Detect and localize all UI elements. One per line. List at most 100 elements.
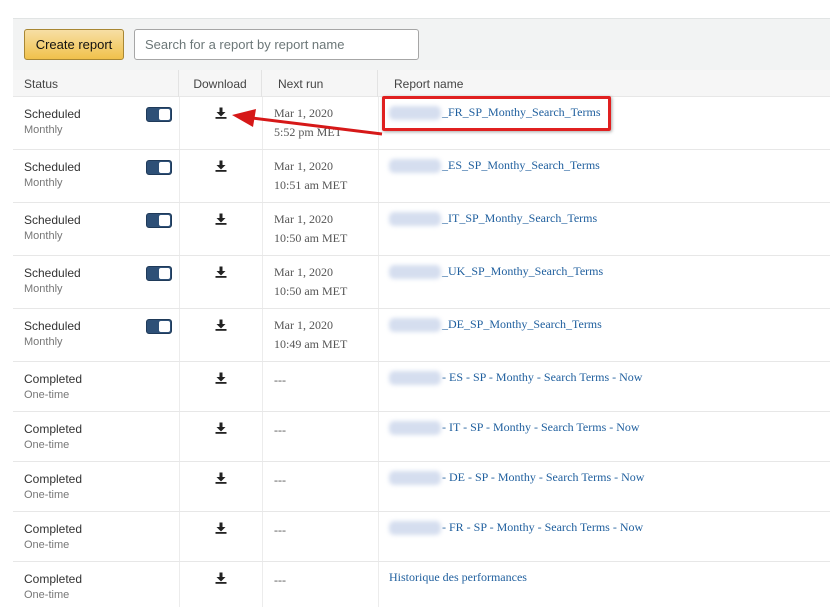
- status-label: Completed: [24, 522, 83, 536]
- report-name-link[interactable]: _ES_SP_Monthy_Search_Terms: [389, 158, 600, 173]
- toggle-knob: [159, 162, 170, 173]
- toggle-knob: [159, 268, 170, 279]
- next-run-date: ---: [274, 423, 286, 437]
- report-name-text: _DE_SP_Monthy_Search_Terms: [442, 317, 602, 331]
- column-divider: [262, 462, 263, 511]
- frequency-label: Monthly: [24, 336, 63, 348]
- status-cell: Completed One-time: [24, 471, 82, 503]
- report-name-text: _ES_SP_Monthy_Search_Terms: [442, 158, 600, 172]
- next-run-cell: ---: [274, 421, 286, 440]
- redacted-name-blur: [389, 420, 441, 435]
- column-divider: [378, 412, 379, 461]
- report-name-text: _UK_SP_Monthy_Search_Terms: [442, 264, 604, 278]
- status-label: Scheduled: [24, 107, 81, 121]
- column-divider: [262, 562, 263, 607]
- frequency-label: One-time: [24, 539, 70, 551]
- status-label: Scheduled: [24, 319, 81, 333]
- column-divider: [179, 256, 180, 308]
- create-report-button[interactable]: Create report: [24, 29, 124, 60]
- download-icon[interactable]: [215, 372, 227, 384]
- column-divider: [378, 256, 379, 308]
- report-name-link[interactable]: _UK_SP_Monthy_Search_Terms: [389, 264, 603, 279]
- frequency-label: Monthly: [24, 283, 63, 295]
- status-label: Scheduled: [24, 266, 81, 280]
- status-cell: Scheduled Monthly: [24, 106, 81, 138]
- next-run-cell: ---: [274, 471, 286, 490]
- schedule-toggle[interactable]: [146, 213, 172, 228]
- column-divider: [179, 462, 180, 511]
- report-name-text: - FR - SP - Monthy - Search Terms - Now: [442, 520, 644, 534]
- column-divider: [378, 362, 379, 411]
- toggle-knob: [159, 109, 170, 120]
- next-run-date: Mar 1, 2020: [274, 106, 333, 120]
- column-divider: [262, 362, 263, 411]
- schedule-toggle[interactable]: [146, 266, 172, 281]
- download-icon[interactable]: [215, 422, 227, 434]
- schedule-toggle[interactable]: [146, 319, 172, 334]
- column-header-report-name[interactable]: Report name: [378, 70, 830, 97]
- next-run-time: 10:50 am MET: [274, 231, 348, 245]
- download-icon[interactable]: [215, 472, 227, 484]
- report-search-input[interactable]: [134, 29, 419, 60]
- report-name-link[interactable]: Historique des performances: [389, 570, 527, 585]
- frequency-label: Monthly: [24, 124, 63, 136]
- frequency-label: Monthly: [24, 177, 63, 189]
- status-cell: Completed One-time: [24, 371, 82, 403]
- report-name-link[interactable]: - IT - SP - Monthy - Search Terms - Now: [389, 420, 640, 435]
- column-divider: [378, 203, 379, 255]
- download-icon[interactable]: [215, 213, 227, 225]
- report-name-link[interactable]: _IT_SP_Monthy_Search_Terms: [389, 211, 597, 226]
- column-divider: [179, 150, 180, 202]
- download-icon[interactable]: [215, 266, 227, 278]
- download-icon[interactable]: [215, 522, 227, 534]
- next-run-cell: Mar 1, 2020 10:51 am MET: [274, 157, 347, 195]
- report-name-link[interactable]: - DE - SP - Monthy - Search Terms - Now: [389, 470, 644, 485]
- table-row: Completed One-time --- - IT - SP - Monthy …: [13, 412, 830, 462]
- status-label: Scheduled: [24, 160, 81, 174]
- column-divider: [179, 203, 180, 255]
- toolbar: Create report: [13, 18, 830, 70]
- next-run-date: ---: [274, 523, 286, 537]
- column-divider: [378, 462, 379, 511]
- column-divider: [179, 512, 180, 561]
- download-icon[interactable]: [215, 160, 227, 172]
- download-icon[interactable]: [215, 319, 227, 331]
- table-row: Scheduled Monthly Mar 1, 2020 10:49 am MET _…: [13, 309, 830, 362]
- column-divider: [179, 309, 180, 361]
- column-header-status[interactable]: Status: [13, 70, 179, 97]
- redacted-name-blur: [389, 470, 441, 485]
- status-cell: Scheduled Monthly: [24, 265, 81, 297]
- schedule-toggle[interactable]: [146, 160, 172, 175]
- column-header-next-run[interactable]: Next run: [262, 70, 378, 97]
- next-run-time: 10:50 am MET: [274, 284, 348, 298]
- redacted-name-blur: [389, 264, 441, 279]
- table-row: Scheduled Monthly Mar 1, 2020 10:50 am MET _…: [13, 256, 830, 309]
- column-divider: [378, 97, 379, 149]
- status-label: Completed: [24, 472, 83, 486]
- column-divider: [262, 256, 263, 308]
- report-name-link[interactable]: _DE_SP_Monthy_Search_Terms: [389, 317, 602, 332]
- next-run-cell: Mar 1, 2020 10:50 am MET: [274, 210, 347, 248]
- table-row: Completed One-time --- Historique des perfo…: [13, 562, 830, 607]
- schedule-toggle[interactable]: [146, 107, 172, 122]
- frequency-label: One-time: [24, 489, 70, 501]
- column-divider: [262, 203, 263, 255]
- status-cell: Completed One-time: [24, 571, 82, 603]
- column-divider: [378, 512, 379, 561]
- column-divider: [262, 97, 263, 149]
- highlight-box: [382, 96, 611, 131]
- column-divider: [179, 412, 180, 461]
- next-run-date: Mar 1, 2020: [274, 212, 333, 226]
- column-divider: [262, 150, 263, 202]
- report-name-link[interactable]: - ES - SP - Monthy - Search Terms - Now: [389, 370, 642, 385]
- frequency-label: One-time: [24, 589, 70, 601]
- next-run-cell: ---: [274, 521, 286, 540]
- download-icon[interactable]: [215, 107, 227, 119]
- download-icon[interactable]: [215, 572, 227, 584]
- column-header-download[interactable]: Download: [179, 70, 262, 97]
- next-run-cell: ---: [274, 571, 286, 590]
- report-name-link[interactable]: - FR - SP - Monthy - Search Terms - Now: [389, 520, 643, 535]
- frequency-label: One-time: [24, 389, 70, 401]
- status-cell: Completed One-time: [24, 421, 82, 453]
- redacted-name-blur: [389, 520, 441, 535]
